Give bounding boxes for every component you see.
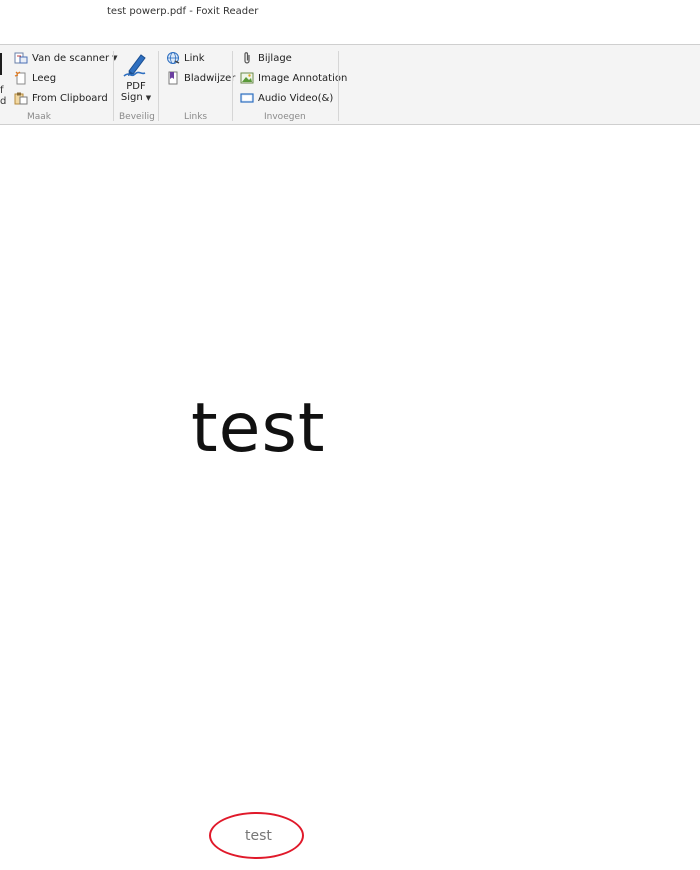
document-footer-text: test (245, 828, 272, 844)
from-clipboard-label: From Clipboard (32, 92, 108, 104)
ribbon-toolbar: f d Van de scanner ▼ Leeg From Clipboard… (0, 44, 700, 125)
van-de-scanner-label: Van de scanner (32, 52, 110, 64)
paperclip-icon (244, 52, 250, 64)
group-label-beveilig: Beveilig (119, 112, 155, 122)
partial-button-icon (0, 53, 2, 75)
pdf-sign-label-line1: PDF (126, 81, 146, 92)
link-label: Link (184, 52, 205, 64)
audio-video-label: Audio Video(&) (258, 92, 334, 104)
link-button[interactable]: Link (166, 50, 204, 66)
group-label-invoegen: Invoegen (264, 112, 306, 122)
document-main-text: test (191, 389, 326, 468)
bladwijzer-button[interactable]: Bladwijzer (166, 70, 235, 86)
clipboard-icon (14, 92, 28, 105)
bijlage-button[interactable]: Bijlage (240, 50, 292, 66)
partial-button-label-line1: f (0, 85, 4, 96)
title-bar: test powerp.pdf - Foxit Reader (0, 0, 700, 44)
group-separator (158, 51, 159, 121)
chevron-down-icon: ▼ (145, 93, 152, 102)
group-label-links: Links (184, 112, 208, 122)
group-separator (232, 51, 233, 121)
image-icon (240, 72, 254, 84)
video-icon (240, 93, 254, 103)
group-label-maak: Maak (27, 112, 52, 122)
group-separator (338, 51, 339, 121)
bookmark-icon (168, 71, 178, 85)
van-de-scanner-button[interactable]: Van de scanner ▼ (14, 50, 118, 66)
image-annotation-button[interactable]: Image Annotation (240, 70, 347, 86)
pdf-sign-label-line2: Sign (120, 92, 143, 103)
leeg-button[interactable]: Leeg (14, 70, 56, 86)
group-separator (113, 51, 114, 121)
bladwijzer-label: Bladwijzer (184, 72, 236, 84)
document-page[interactable]: test test (0, 125, 700, 870)
pdf-sign-button[interactable]: PDF Sign ▼ (118, 49, 154, 109)
bijlage-label: Bijlage (258, 52, 292, 64)
partial-ribbon-button[interactable]: f d (0, 51, 8, 107)
leeg-label: Leeg (32, 72, 57, 84)
scanner-icon (14, 52, 28, 64)
image-annotation-label: Image Annotation (258, 72, 348, 84)
window-title: test powerp.pdf - Foxit Reader (107, 6, 259, 17)
audio-video-button[interactable]: Audio Video(&) (240, 90, 333, 106)
pen-sign-icon (123, 54, 146, 77)
globe-link-icon (167, 52, 180, 64)
partial-button-label-line2: d (0, 96, 7, 107)
blank-page-icon (14, 71, 26, 85)
from-clipboard-button[interactable]: From Clipboard (14, 90, 108, 106)
